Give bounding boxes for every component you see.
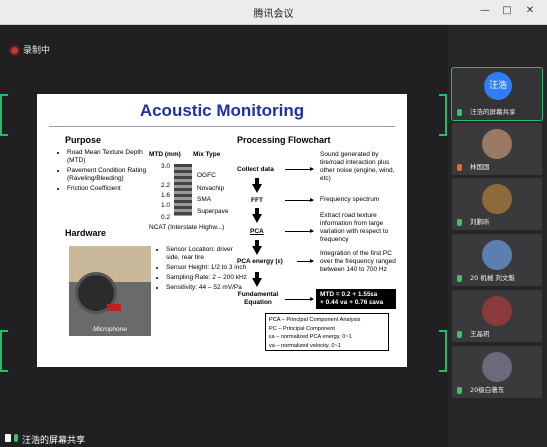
right-arrow-icon	[285, 229, 314, 233]
right-arrow-icon	[285, 297, 314, 301]
down-arrow-icon	[252, 178, 262, 193]
screen-share-banner[interactable]: 汪浩的屏幕共享	[0, 432, 140, 447]
legend-box: PCA – Principal Component Analysis PC – …	[265, 313, 389, 351]
purpose-list: Road Mean Texture Depth (MTD) Pavement C…	[55, 149, 162, 195]
hardware-heading: Hardware	[65, 228, 107, 238]
window-title: 腾讯会议	[253, 9, 294, 20]
mix-type: OGFC	[197, 172, 216, 179]
mtd-value: 1.6	[161, 192, 171, 199]
legend-item: PCA – Principal Component Analysis	[269, 317, 361, 323]
frame-corner-bl	[0, 330, 8, 372]
hardware-photo: Microphone	[69, 246, 151, 336]
flow-step: PCA energy (ε)	[237, 258, 283, 265]
list-item: Sensitivity: 44 – 52 mV/Pa	[166, 284, 248, 292]
participant-tile[interactable]: 20级白著东	[452, 346, 542, 398]
microphone-label: Microphone	[93, 326, 127, 333]
flow-note: Sound generated by tire/road interaction…	[320, 151, 395, 182]
list-item: Sensor Height: 1/2 to 3 inch	[166, 264, 248, 272]
flowchart-heading: Processing Flowchart	[237, 135, 331, 145]
avatar: 汪浩	[484, 72, 512, 100]
maximize-icon[interactable]: □	[498, 3, 516, 19]
record-icon	[11, 47, 18, 54]
close-icon[interactable]: ✕	[521, 3, 539, 19]
down-arrow-icon	[252, 240, 262, 255]
participant-name: 20级白著东	[470, 386, 505, 394]
mic-icon	[457, 387, 462, 394]
mtd-value: 0.2	[161, 214, 171, 221]
mtd-header: MTD (mm)	[149, 151, 181, 158]
purpose-heading: Purpose	[65, 135, 102, 145]
avatar	[482, 129, 512, 159]
mtd-value: 2.2	[161, 182, 171, 189]
equation-line: MTD = 0.2 + 1.55εa	[320, 291, 378, 298]
user-icon	[457, 164, 462, 171]
flow-step: PCA	[250, 228, 264, 235]
right-arrow-icon	[285, 167, 314, 171]
mix-type: Novachip	[197, 185, 225, 192]
list-item: Friction Coefficient	[67, 185, 162, 193]
participant-tile[interactable]: 汪浩 汪浩的屏幕共享	[451, 67, 543, 121]
down-arrow-icon	[252, 272, 262, 287]
slide-title: Acoustic Monitoring	[139, 101, 305, 120]
mic-icon	[457, 219, 462, 226]
mic-icon	[457, 109, 462, 116]
mix-type: SMA	[197, 196, 212, 203]
flow-note: Extract road texture information from la…	[320, 212, 389, 243]
ncat-label: NCAT (Interstate Highw...)	[149, 224, 225, 231]
flow-step: Fundamental Equation	[237, 291, 279, 306]
avatar	[482, 240, 512, 270]
participant-tile[interactable]: 刘鹏昕	[452, 178, 542, 230]
share-label: 汪浩的屏幕共享	[22, 436, 86, 446]
recording-label: 录制中	[23, 46, 51, 56]
screen-share-icon	[5, 434, 11, 442]
flow-step: FFT	[251, 197, 263, 204]
right-arrow-icon	[285, 198, 314, 202]
list-item: Sensor Location: driver side, rear tire	[166, 246, 248, 262]
texture-samples-image	[174, 164, 192, 216]
minimize-icon[interactable]: —	[476, 3, 494, 19]
mix-header: Mix Type	[193, 151, 221, 158]
mic-icon	[457, 331, 462, 338]
flow-note: Frequency spectrum	[320, 196, 380, 203]
mic-icon	[14, 434, 18, 442]
participant-tile[interactable]: 林国国	[452, 123, 542, 175]
participant-name: 林国国	[470, 163, 490, 171]
participant-tile[interactable]: 20 机械 刘文魁	[452, 234, 542, 286]
flow-step: Collect data	[237, 166, 274, 173]
flow-note: Integration of the first PC over the fre…	[320, 250, 396, 273]
participant-name: 王晶玥	[470, 330, 490, 338]
participant-name: 汪浩的屏幕共享	[470, 108, 516, 116]
participant-name: 20 机械 刘文魁	[470, 274, 515, 282]
recording-indicator[interactable]: 录制中	[11, 43, 50, 56]
frame-corner-tr	[439, 94, 447, 136]
microphone-shape	[107, 304, 121, 311]
mtd-value: 3.0	[161, 163, 171, 170]
hardware-list: Sensor Location: driver side, rear tire …	[154, 246, 248, 294]
avatar	[482, 352, 512, 382]
right-arrow-icon	[297, 259, 314, 263]
mic-icon	[457, 275, 462, 282]
mtd-value: 1.0	[161, 202, 171, 209]
legend-item: PC – Principal Component	[269, 325, 335, 332]
title-bar: 腾讯会议 — □ ✕	[0, 0, 547, 25]
avatar	[482, 184, 512, 214]
list-item: Sampling Rate: 2 – 200 kHz	[166, 274, 248, 282]
legend-item: εa – normalized PCA energy, 0~1	[269, 334, 352, 340]
participant-name: 刘鹏昕	[470, 218, 490, 226]
title-divider	[49, 126, 395, 127]
avatar	[482, 296, 512, 326]
frame-corner-br	[439, 330, 447, 372]
equation-line: + 0.44 va + 0.76 εava	[320, 299, 384, 306]
equation-box: MTD = 0.2 + 1.55εa + 0.44 va + 0.76 εava	[316, 289, 396, 309]
down-arrow-icon	[252, 208, 262, 223]
legend-item: va – normalized velocity, 0~1	[269, 342, 341, 349]
list-item: Road Mean Texture Depth (MTD)	[67, 149, 162, 165]
mix-type: Superpave	[197, 208, 229, 215]
presentation-slide: Acoustic Monitoring Purpose Road Mean Te…	[37, 94, 407, 367]
list-item: Pavement Condition Rating (Raveling/Blee…	[67, 167, 162, 183]
participant-tile[interactable]: 王晶玥	[452, 290, 542, 342]
frame-corner-tl	[0, 94, 8, 136]
